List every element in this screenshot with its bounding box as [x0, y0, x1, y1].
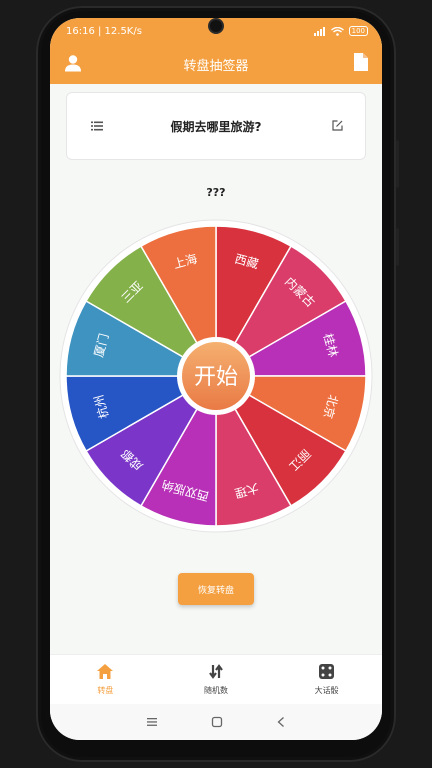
spin-wheel[interactable]: 西藏 内蒙古 桂林 北京 丽江 大理 西双版纳 成都 杭州 厦门 三亚 上海 开始: [58, 218, 374, 534]
menu-icon[interactable]: [146, 717, 158, 727]
home-square-icon[interactable]: [211, 716, 223, 728]
nav-item-random-number[interactable]: 随机数: [161, 655, 272, 705]
file-icon[interactable]: [354, 53, 368, 71]
nav-label-random-number: 随机数: [204, 686, 228, 695]
edit-icon[interactable]: [332, 120, 343, 131]
shuffle-icon: [209, 664, 223, 679]
home-icon: [97, 664, 114, 679]
nav-label-wheel: 转盘: [97, 686, 114, 695]
bottom-nav: 转盘 随机数 大话骰: [50, 654, 382, 705]
main-content: 假期去哪里旅游? ??? 西藏 内蒙古 桂林 北京 丽江 大理 西双版纳 成都 杭州 厦门 三亚 上海: [50, 84, 382, 654]
wifi-icon: [330, 26, 344, 36]
question-card: 假期去哪里旅游?: [66, 92, 366, 160]
dice-icon: [319, 664, 335, 679]
start-button-label[interactable]: 开始: [194, 365, 238, 390]
nav-label-dice: 大话骰: [314, 686, 339, 695]
nav-item-dice[interactable]: 大话骰: [271, 655, 382, 705]
user-icon[interactable]: [64, 54, 82, 72]
status-time: 16:16 | 12.5K/s: [66, 25, 142, 37]
back-icon[interactable]: [276, 716, 286, 728]
page-title: 转盘抽签器: [183, 58, 249, 74]
front-camera: [210, 20, 222, 32]
battery-icon: 100: [348, 26, 368, 36]
restore-wheel-button[interactable]: 恢复转盘: [178, 573, 254, 605]
status-icons: 100: [313, 26, 368, 36]
volume-button: [396, 140, 399, 188]
app-bar: 转盘抽签器: [50, 44, 382, 84]
question-text: 假期去哪里旅游?: [170, 120, 262, 134]
nav-item-wheel[interactable]: 转盘: [50, 655, 161, 705]
system-navigation-bar: [50, 704, 382, 740]
power-button: [396, 228, 399, 266]
result-text: ???: [206, 186, 226, 199]
signal-icon: [313, 26, 325, 36]
screen: 16:16 | 12.5K/s 100 转盘抽签器 假期去哪里旅游? ??? 西…: [50, 18, 382, 740]
